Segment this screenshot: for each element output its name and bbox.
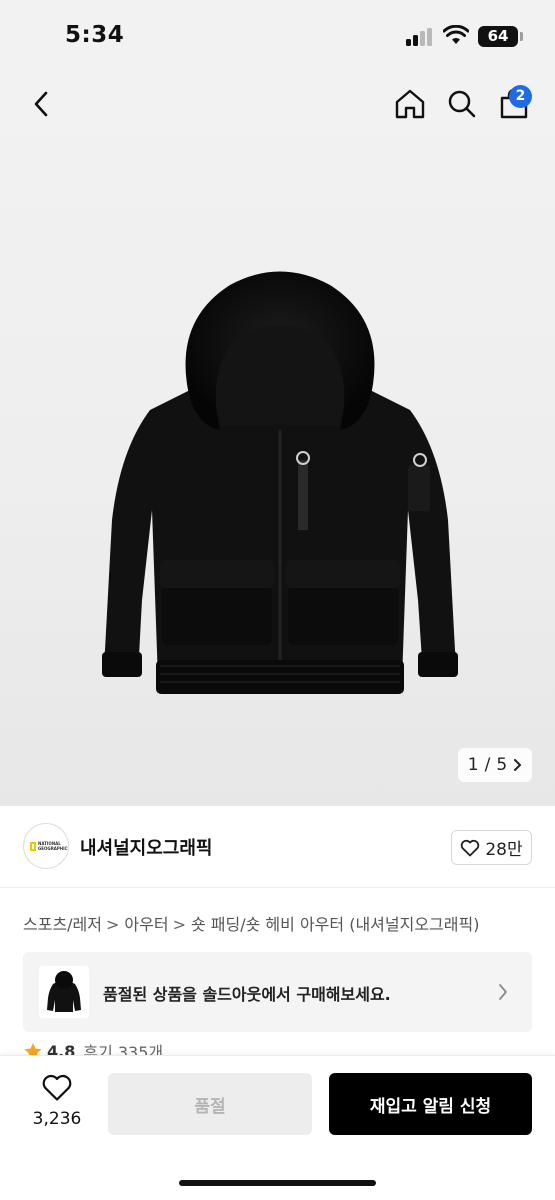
battery-tip bbox=[520, 32, 523, 41]
heart-icon bbox=[461, 839, 480, 856]
search-icon bbox=[448, 90, 476, 118]
breadcrumb-item[interactable]: 스포츠/레저 bbox=[23, 915, 102, 934]
heart-icon bbox=[42, 1074, 72, 1101]
cart-count-badge: 2 bbox=[509, 85, 532, 108]
image-counter[interactable]: 1 / 5 bbox=[458, 748, 532, 782]
breadcrumb-separator-icon: > bbox=[172, 915, 186, 934]
image-counter-current: 1 bbox=[467, 755, 479, 775]
product-image bbox=[102, 271, 458, 694]
home-icon bbox=[395, 89, 425, 119]
status-bar: 5:34 64 bbox=[0, 0, 555, 70]
chevron-right-icon bbox=[514, 759, 522, 771]
soldout-banner[interactable]: 품절된 상품을 솔드아웃에서 구매해보세요. bbox=[23, 952, 532, 1032]
breadcrumb: 스포츠/레저 > 아우터 > 숏 패딩/숏 헤비 아우터 (내셔널지오그래픽) bbox=[23, 911, 479, 935]
image-counter-separator: / bbox=[484, 755, 491, 775]
search-button[interactable] bbox=[442, 82, 482, 126]
brand-logo[interactable]: NATIONAL GEOGRAPHIC bbox=[23, 823, 69, 869]
brand-like-count: 28만 bbox=[485, 840, 523, 860]
banner-thumbnail bbox=[39, 966, 89, 1018]
restock-notify-button[interactable]: 재입고 알림 신청 bbox=[329, 1073, 532, 1135]
wifi-icon bbox=[442, 24, 470, 49]
status-time: 5:34 bbox=[65, 22, 125, 48]
product-image-gallery[interactable]: 2 1 / 5 bbox=[0, 70, 555, 806]
brand-name[interactable]: 내셔널지오그래픽 bbox=[80, 834, 212, 860]
breadcrumb-item[interactable]: 숏 패딩/숏 헤비 아우터 (내셔널지오그래픽) bbox=[191, 915, 479, 934]
image-counter-total: 5 bbox=[496, 755, 508, 775]
bottom-action-bar: 3,236 품절 재입고 알림 신청 bbox=[0, 1055, 555, 1200]
home-indicator bbox=[179, 1180, 376, 1186]
breadcrumb-separator-icon: > bbox=[106, 915, 120, 934]
banner-text: 품절된 상품을 솔드아웃에서 구매해보세요. bbox=[103, 985, 391, 1004]
chevron-left-icon bbox=[34, 91, 48, 117]
brand-row: NATIONAL GEOGRAPHIC 내셔널지오그래픽 28만 bbox=[0, 806, 555, 888]
ng-frame-icon bbox=[30, 841, 36, 851]
wishlist-count: 3,236 bbox=[32, 1109, 82, 1129]
cellular-signal-icon bbox=[406, 28, 434, 46]
brand-logo-text: NATIONAL GEOGRAPHIC bbox=[38, 841, 68, 851]
breadcrumb-item[interactable]: 아우터 bbox=[124, 915, 168, 934]
home-button[interactable] bbox=[390, 82, 430, 126]
chevron-right-icon bbox=[499, 984, 507, 1000]
soldout-button[interactable]: 품절 bbox=[108, 1073, 312, 1135]
wishlist-button[interactable]: 3,236 bbox=[22, 1074, 92, 1134]
battery-icon: 64 bbox=[478, 26, 518, 47]
back-button[interactable] bbox=[22, 82, 60, 126]
brand-like-button[interactable]: 28만 bbox=[451, 830, 532, 865]
